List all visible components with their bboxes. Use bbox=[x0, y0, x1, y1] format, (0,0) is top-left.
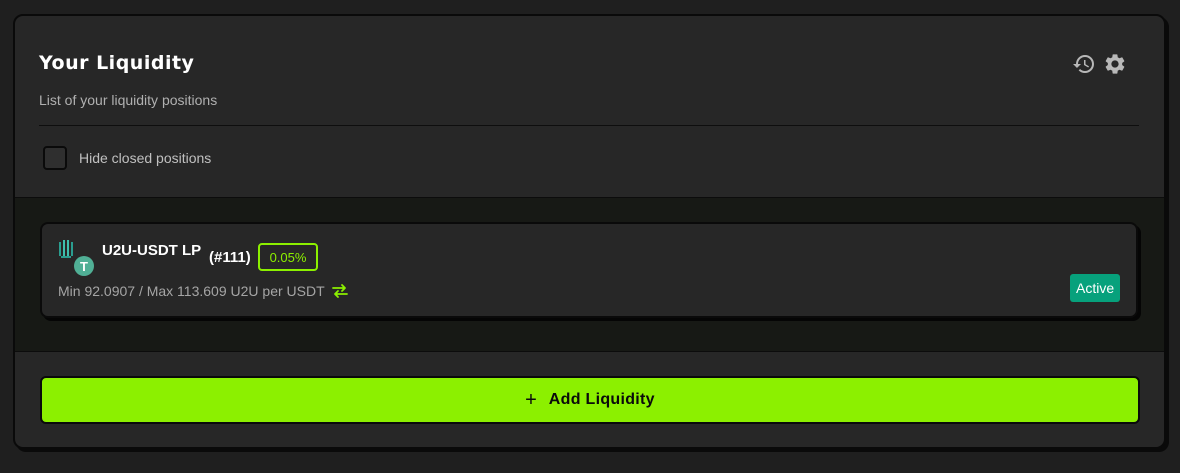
position-item[interactable]: T U2U-USDT LP (#111) 0.05% Min 92.0907 /… bbox=[40, 222, 1138, 318]
price-range: Min 92.0907 / Max 113.609 U2U per USDT bbox=[58, 282, 349, 300]
history-icon[interactable] bbox=[1072, 52, 1096, 76]
u2u-logo-icon bbox=[58, 240, 78, 260]
hide-closed-row: Hide closed positions bbox=[43, 146, 211, 170]
add-liquidity-label: Add Liquidity bbox=[548, 391, 655, 408]
add-liquidity-button[interactable]: + Add Liquidity bbox=[40, 376, 1140, 424]
fee-tier-badge: 0.05% bbox=[258, 243, 318, 271]
header-divider bbox=[39, 125, 1139, 126]
card-header: Your Liquidity List of your liquidity po… bbox=[15, 16, 1164, 198]
gear-icon[interactable] bbox=[1103, 52, 1127, 76]
page-subtitle: List of your liquidity positions bbox=[39, 92, 218, 108]
liquidity-card: Your Liquidity List of your liquidity po… bbox=[13, 14, 1166, 449]
status-badge: Active bbox=[1070, 274, 1121, 302]
swap-direction-icon[interactable] bbox=[331, 282, 349, 300]
price-range-text: Min 92.0907 / Max 113.609 U2U per USDT bbox=[58, 283, 325, 299]
plus-icon: + bbox=[525, 389, 537, 411]
page-title: Your Liquidity bbox=[39, 52, 195, 74]
hide-closed-checkbox[interactable] bbox=[43, 146, 67, 170]
positions-list: T U2U-USDT LP (#111) 0.05% Min 92.0907 /… bbox=[15, 197, 1164, 352]
position-pair-name: U2U-USDT LP bbox=[102, 242, 202, 259]
position-id: (#111) bbox=[209, 249, 251, 266]
usdt-logo-icon: T bbox=[74, 256, 94, 276]
hide-closed-label[interactable]: Hide closed positions bbox=[79, 150, 211, 166]
token-pair-icons: T bbox=[58, 240, 98, 276]
